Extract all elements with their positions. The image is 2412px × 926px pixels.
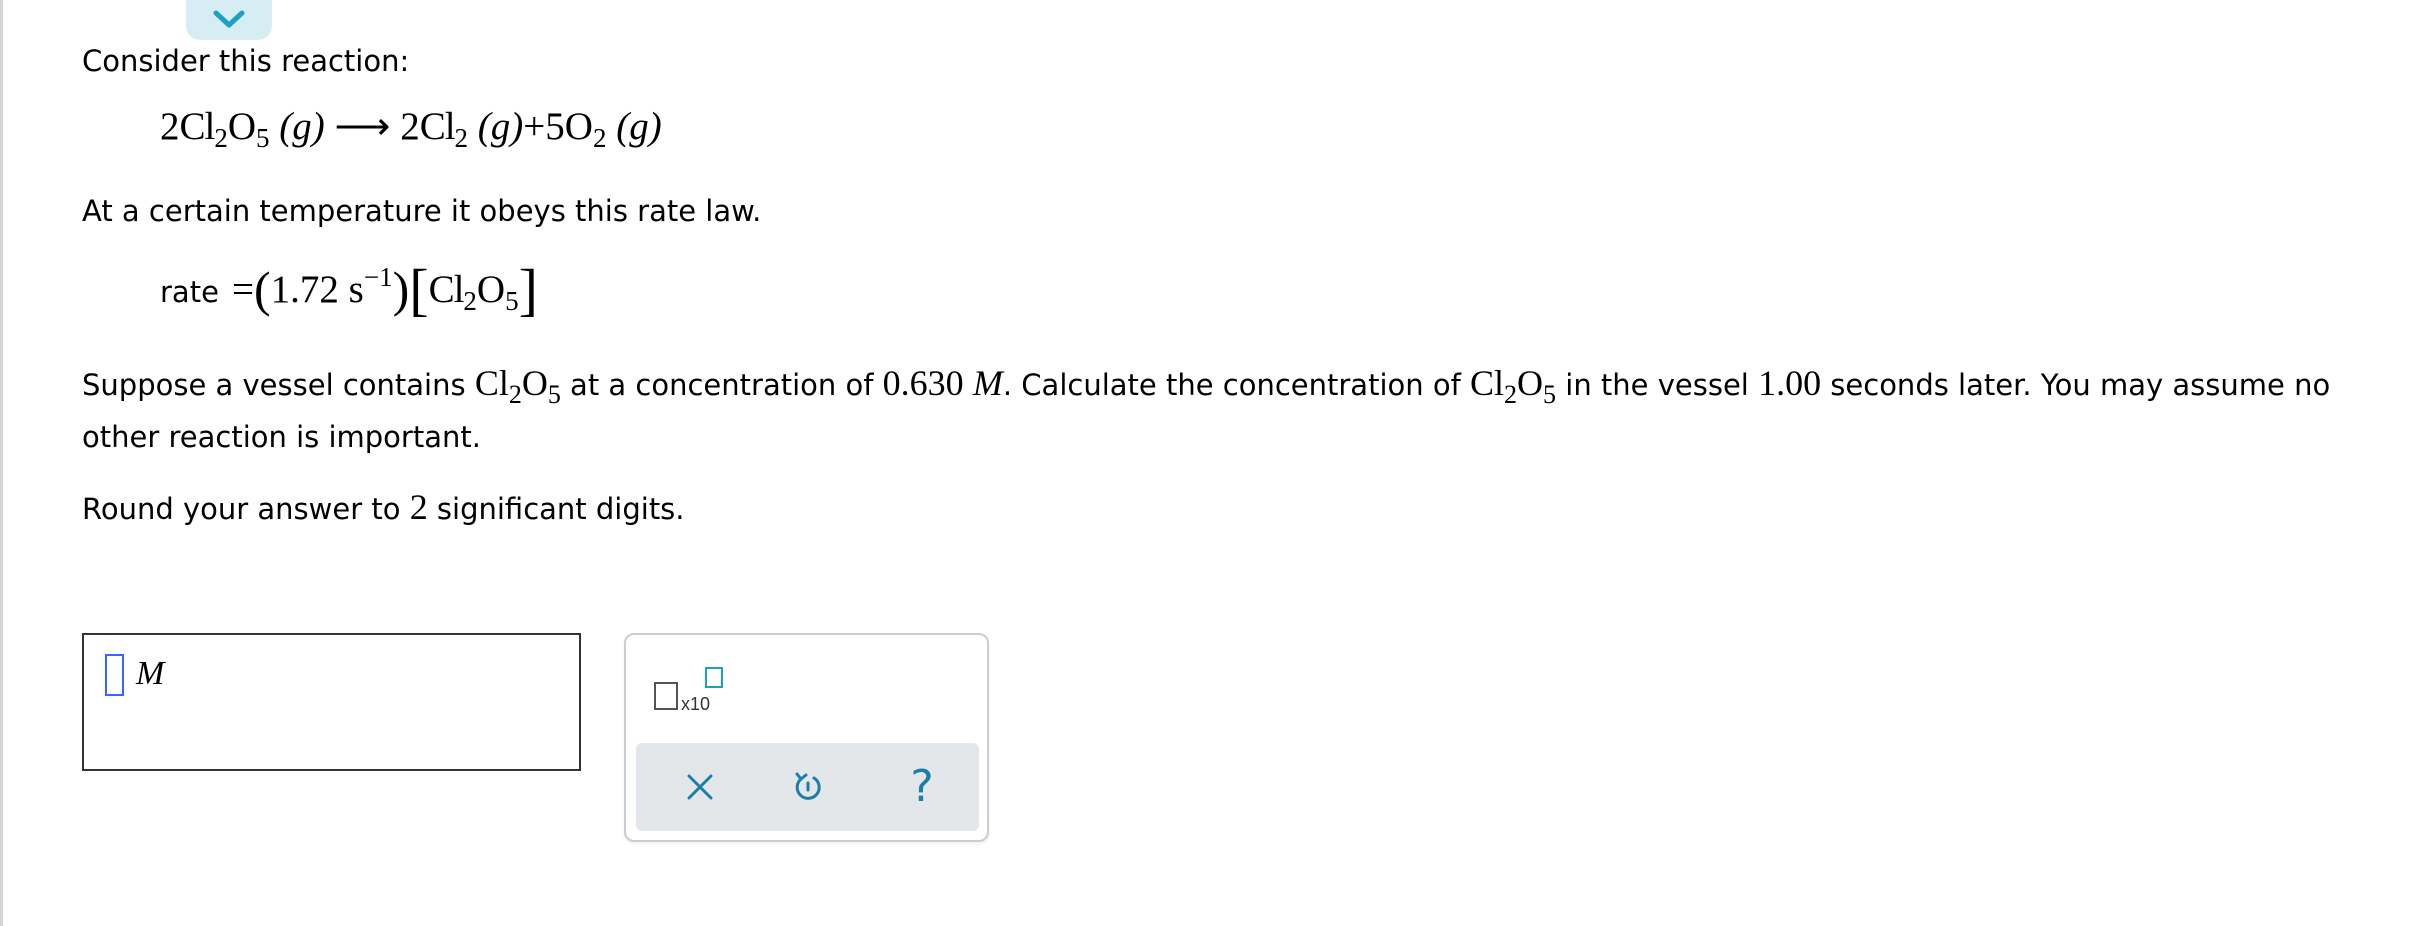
answer-unit: M bbox=[136, 655, 165, 692]
rate-constant-value: 1.72 bbox=[270, 268, 339, 311]
input-cursor-box[interactable] bbox=[105, 654, 124, 696]
reaction-equation: 2Cl2O5 (g) ⟶ 2Cl2 (g)+5O2 (g) bbox=[160, 105, 662, 153]
left-border bbox=[0, 0, 3, 926]
tool-action-bar: ? bbox=[636, 743, 979, 831]
exponent-box-icon bbox=[705, 667, 723, 688]
rounding-instruction: Round your answer to 2 significant digit… bbox=[82, 487, 685, 527]
base-box-icon bbox=[654, 682, 678, 710]
rate-law-intro: At a certain temperature it obeys this r… bbox=[82, 194, 762, 228]
chevron-down-icon bbox=[213, 10, 245, 28]
question-line-1: Suppose a vessel contains Cl2O5 at a con… bbox=[82, 363, 2331, 409]
scientific-notation-button[interactable]: x10 bbox=[654, 667, 724, 717]
clear-button[interactable] bbox=[676, 763, 724, 811]
intro-text: Consider this reaction: bbox=[82, 44, 410, 78]
rate-law-equation: rate =(1.72 s−1)[Cl2O5] bbox=[160, 257, 538, 322]
close-icon bbox=[687, 774, 713, 800]
concentration-value: 0.630 bbox=[882, 363, 964, 403]
rate-word: rate bbox=[160, 275, 219, 309]
undo-icon bbox=[795, 772, 821, 800]
help-button[interactable]: ? bbox=[898, 763, 946, 811]
question-mark-icon: ? bbox=[910, 761, 934, 812]
answer-input[interactable]: M bbox=[82, 633, 581, 771]
collapse-toggle-button[interactable] bbox=[186, 0, 272, 40]
question-line-2: other reaction is important. bbox=[82, 420, 481, 454]
time-value: 1.00 bbox=[1758, 363, 1822, 403]
reaction-arrow: ⟶ bbox=[334, 105, 391, 148]
math-tools-panel: x10 ? bbox=[624, 633, 989, 842]
undo-button[interactable] bbox=[784, 763, 832, 811]
x10-label: x10 bbox=[681, 694, 711, 714]
